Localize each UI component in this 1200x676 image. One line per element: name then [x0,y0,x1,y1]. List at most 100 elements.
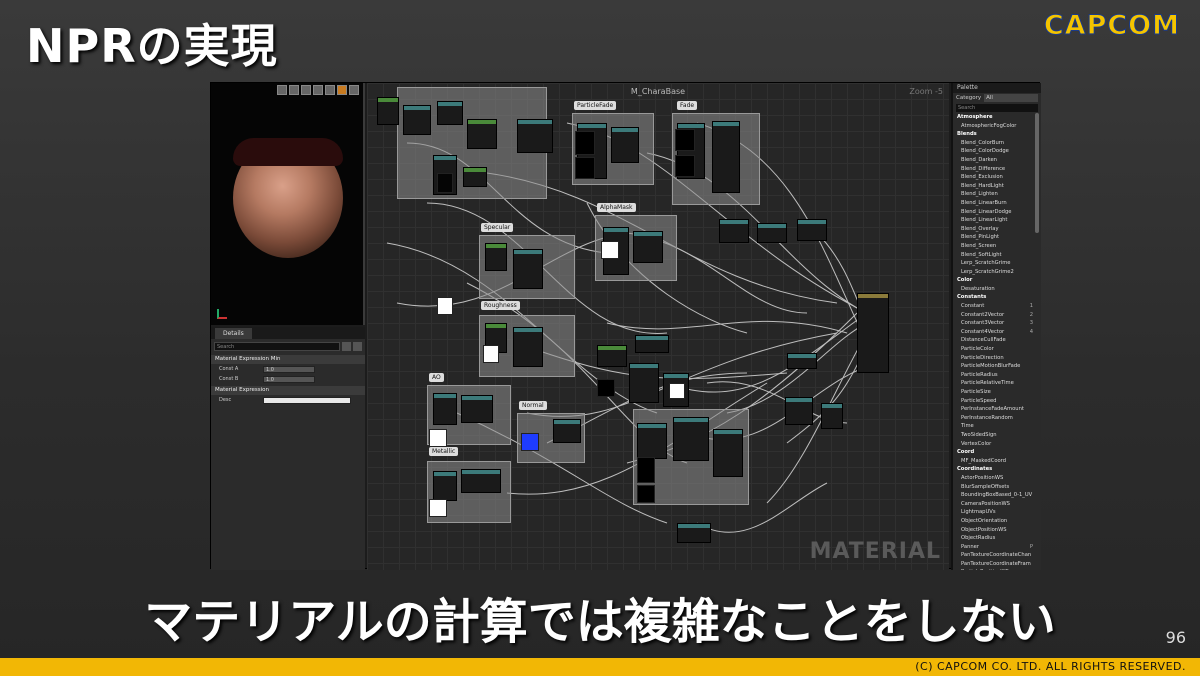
material-node[interactable] [403,105,431,135]
palette-item[interactable]: VertexColor [955,440,1041,449]
material-node[interactable] [785,397,813,425]
details-section-header[interactable]: Material Expression Min [211,355,365,364]
palette-category-header[interactable]: Coordinates [955,465,1041,474]
palette-item[interactable]: Blend_Difference [955,165,1041,174]
viewport-button[interactable] [277,85,287,95]
material-node[interactable] [461,469,501,493]
material-node[interactable] [433,393,457,425]
viewport-button[interactable] [301,85,311,95]
viewport-button[interactable] [313,85,323,95]
palette-item[interactable]: ActorPositionWS [955,474,1041,483]
material-node[interactable] [597,345,627,367]
material-node[interactable] [513,249,543,289]
palette-item[interactable]: Time [955,422,1041,431]
palette-item[interactable]: Constant2Vector 2 [955,311,1041,320]
palette-item[interactable]: Blend_Darken [955,156,1041,165]
palette-item[interactable]: Blend_ColorBurn [955,139,1041,148]
material-node[interactable] [757,223,787,243]
material-node[interactable] [461,395,493,423]
palette-item[interactable]: LightmapUVs [955,508,1041,517]
palette-search-input[interactable]: Search [956,104,1038,112]
palette-item[interactable]: Blend_PinLight [955,233,1041,242]
material-node[interactable] [712,121,740,193]
palette-item[interactable]: TwoSidedSign [955,431,1041,440]
palette-item[interactable]: Blend_LinearBurn [955,199,1041,208]
category-dropdown[interactable]: All [984,94,1038,102]
palette-item[interactable]: BoundingBoxBased_0-1_UV [955,491,1041,500]
viewport-button[interactable] [337,85,347,95]
material-node[interactable] [611,127,639,163]
palette-item[interactable]: Blend_Lighten [955,190,1041,199]
material-node[interactable] [635,335,669,353]
palette-item[interactable]: Constant3Vector 3 [955,319,1041,328]
palette-item[interactable]: Lerp_ScratchGrime2 [955,268,1041,277]
palette-item[interactable]: CameraPositionWS [955,500,1041,509]
details-search-input[interactable]: Search [214,341,340,351]
material-node[interactable] [467,119,497,149]
palette-item[interactable]: ObjectRadius [955,534,1041,543]
palette-item[interactable]: Blend_Overlay [955,225,1041,234]
palette-item[interactable]: ParticleSpeed [955,397,1041,406]
palette-item[interactable]: Blend_Screen [955,242,1041,251]
palette-item[interactable]: ParticleSize [955,388,1041,397]
material-node[interactable] [673,417,709,461]
desc-field[interactable] [263,396,351,404]
palette-item[interactable]: Blend_LinearLight [955,216,1041,225]
palette-item[interactable]: PanTextureCoordinateFram [955,560,1041,569]
viewport-button[interactable] [289,85,299,95]
palette-item[interactable]: Blend_Exclusion [955,173,1041,182]
palette-item[interactable]: ParticleMotionBlurFade [955,362,1041,371]
palette-item[interactable]: PanTextureCoordinateChan [955,551,1041,560]
material-node[interactable] [719,219,749,243]
palette-item[interactable]: PerInstanceFadeAmount [955,405,1041,414]
palette-item[interactable]: ParticlePositionWS [955,568,1041,570]
view-options-icon[interactable] [342,341,351,351]
palette-item[interactable]: Desaturation [955,285,1041,294]
palette-category-header[interactable]: Constants [955,293,1041,302]
palette-category-header[interactable]: Coord [955,448,1041,457]
palette-item[interactable]: MF_MaskedCoord [955,457,1041,466]
material-node[interactable] [787,353,817,369]
material-node[interactable] [437,101,463,125]
node-graph-canvas[interactable]: M_CharaBase Zoom -5 ParticleFade Fade Al… [367,83,949,570]
palette-item[interactable]: Blend_LinearDodge [955,208,1041,217]
palette-item[interactable]: Constant4Vector 4 [955,328,1041,337]
palette-category-header[interactable]: Color [955,276,1041,285]
palette-item[interactable]: ParticleRadius [955,371,1041,380]
viewport-button[interactable] [325,85,335,95]
material-node[interactable] [463,167,487,187]
details-section-header[interactable]: Material Expression [211,386,365,395]
material-node[interactable] [553,419,581,443]
palette-item[interactable]: ObjectPositionWS [955,526,1041,535]
material-node[interactable] [797,219,827,241]
palette-item[interactable]: ObjectOrientation [955,517,1041,526]
palette-item[interactable]: Lerp_ScratchGrime [955,259,1041,268]
palette-item[interactable]: DistanceCullFade [955,336,1041,345]
details-tab[interactable]: Details [215,327,252,339]
palette-item[interactable]: Constant 1 [955,302,1041,311]
property-value-field[interactable]: 1.0 [263,365,315,373]
palette-item[interactable]: AtmosphericFogColor [955,122,1041,131]
material-node[interactable] [377,97,399,125]
palette-category-header[interactable]: Atmosphere [955,113,1041,122]
palette-item[interactable]: Blend_ColorDodge [955,147,1041,156]
palette-item[interactable]: Blend_HardLight [955,182,1041,191]
palette-item[interactable]: ParticleRelativeTime [955,379,1041,388]
palette-item[interactable]: ParticleDirection [955,354,1041,363]
viewport-button[interactable] [349,85,359,95]
material-node[interactable] [713,429,743,477]
preview-viewport[interactable] [211,83,365,325]
material-node[interactable] [821,403,843,429]
eye-icon[interactable] [353,341,362,351]
palette-tab[interactable]: Palette [953,83,1041,93]
material-node[interactable] [513,327,543,367]
property-value-field[interactable]: 1.0 [263,375,315,383]
material-node[interactable] [629,363,659,403]
palette-category-header[interactable]: Blends [955,130,1041,139]
palette-item[interactable]: ParticleColor [955,345,1041,354]
material-node[interactable] [677,523,711,543]
palette-item[interactable]: BlurSampleOffsets [955,483,1041,492]
palette-item[interactable]: Blend_SoftLight [955,251,1041,260]
palette-item[interactable]: Panner P [955,543,1041,552]
material-node[interactable] [633,231,663,263]
